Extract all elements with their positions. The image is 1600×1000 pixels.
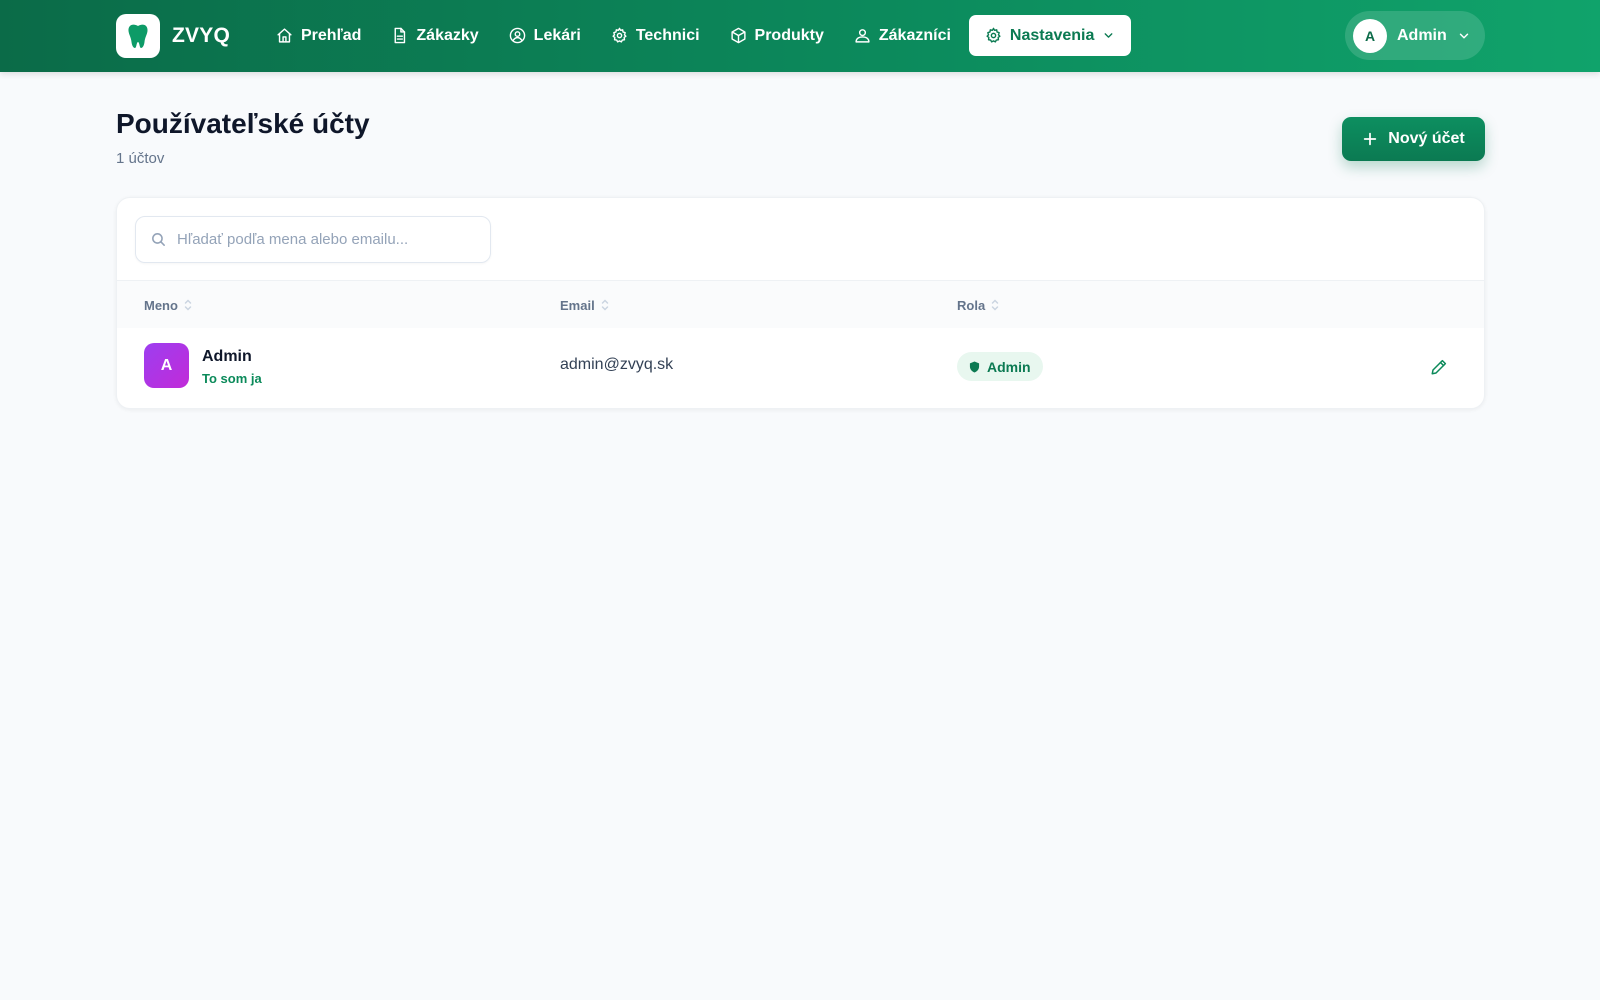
brand[interactable]: ZVYQ (116, 13, 230, 58)
user-menu-button[interactable]: A Admin (1345, 11, 1485, 60)
role-badge: Admin (957, 352, 1043, 381)
nav-item-label: Zákazníci (878, 26, 951, 44)
accounts-card: Meno Email Rola A Admin To som ja admin@… (116, 197, 1485, 409)
sort-icon (184, 299, 192, 311)
user-circle-icon (509, 27, 525, 44)
gear-icon (612, 27, 627, 43)
document-icon (394, 27, 406, 44)
nav-item-zakaznici[interactable]: Zákazníci (842, 15, 963, 56)
account-count: 1 účtov (116, 150, 165, 167)
new-account-button[interactable]: Nový účet (1342, 117, 1485, 161)
page-title: Používateľské účty (116, 108, 370, 139)
home-icon (277, 28, 292, 43)
new-account-label: Nový účet (1388, 130, 1465, 147)
nav-item-label: Prehľad (301, 26, 362, 44)
column-label: Email (560, 297, 595, 313)
box-icon (730, 27, 746, 44)
nav-item-produkty[interactable]: Produkty (718, 15, 836, 56)
column-header-email[interactable]: Email (560, 281, 609, 329)
user-name: Admin (1397, 26, 1447, 44)
column-header-meno[interactable]: Meno (144, 281, 192, 329)
column-label: Rola (957, 297, 986, 313)
nav-item-label: Zákazky (416, 26, 479, 44)
self-label: To som ja (202, 371, 262, 386)
pencil-icon (1431, 359, 1447, 375)
role-label: Admin (987, 358, 1031, 375)
user-email: admin@zvyq.sk (560, 356, 674, 373)
shield-icon (969, 361, 980, 372)
table-header: Meno Email Rola (117, 280, 1484, 328)
sort-icon (991, 299, 999, 311)
column-header-rola[interactable]: Rola (957, 281, 999, 329)
search-box (135, 216, 491, 263)
user-name: Admin (202, 348, 252, 365)
avatar: A (144, 343, 189, 388)
avatar: A (1353, 18, 1387, 53)
main-nav: Prehľad Zákazky Lekári Technici Produkty… (264, 15, 1132, 56)
nav-item-label: Nastavenia (1009, 26, 1095, 44)
tooth-logo-icon (116, 13, 160, 58)
table-row[interactable]: A Admin To som ja admin@zvyq.sk Admin (117, 328, 1484, 408)
nav-item-lekari[interactable]: Lekári (497, 15, 593, 56)
plus-icon (1364, 132, 1377, 146)
sort-icon (601, 299, 608, 311)
nav-item-prehlad[interactable]: Prehľad (264, 15, 373, 56)
gear-icon (986, 27, 1001, 43)
nav-item-zakazky[interactable]: Zákazky (379, 15, 490, 56)
column-label: Meno (144, 297, 178, 313)
brand-name: ZVYQ (172, 23, 230, 47)
nav-item-label: Lekári (533, 26, 581, 44)
nav-item-label: Technici (635, 26, 700, 44)
nav-item-nastavenia[interactable]: Nastavenia (968, 15, 1132, 56)
edit-button[interactable] (1428, 356, 1450, 378)
nav-item-technici[interactable]: Technici (599, 15, 712, 56)
chevron-down-icon (1459, 33, 1469, 38)
search-icon (152, 233, 165, 246)
users-icon (855, 29, 870, 43)
chevron-down-icon (1104, 33, 1113, 38)
search-input[interactable] (177, 231, 467, 248)
top-navigation-bar: ZVYQ Prehľad Zákazky Lekári Technici Pro… (0, 0, 1600, 72)
nav-item-label: Produkty (754, 26, 824, 44)
